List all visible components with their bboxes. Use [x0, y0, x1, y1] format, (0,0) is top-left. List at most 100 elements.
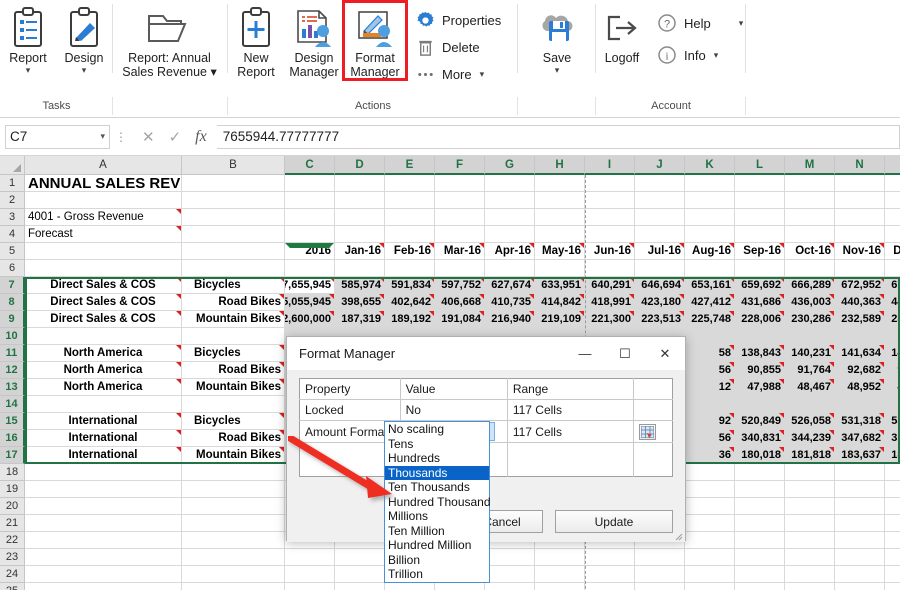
cell-N19[interactable]	[835, 481, 885, 498]
cell-H3[interactable]	[535, 209, 585, 226]
cell-M9[interactable]: 230,286	[785, 311, 835, 328]
cell-N12[interactable]: 92,682	[835, 362, 885, 379]
cell-K25[interactable]	[685, 583, 735, 590]
cell-L22[interactable]	[735, 532, 785, 549]
cell-L25[interactable]	[735, 583, 785, 590]
cell-J25[interactable]	[635, 583, 685, 590]
cell-L4[interactable]	[735, 226, 785, 243]
cell-N20[interactable]	[835, 498, 885, 515]
cell-O22[interactable]	[885, 532, 900, 549]
cell-I5[interactable]: Jun-16	[585, 243, 635, 260]
cell-K1[interactable]	[685, 175, 735, 192]
cell-G24[interactable]	[485, 566, 535, 583]
cell-N21[interactable]	[835, 515, 885, 532]
cell-K22[interactable]	[685, 532, 735, 549]
cell-A10[interactable]	[25, 328, 182, 345]
cell-M3[interactable]	[785, 209, 835, 226]
cell-K24[interactable]	[685, 566, 735, 583]
cell-K3[interactable]	[685, 209, 735, 226]
column-header-E[interactable]: E	[385, 156, 435, 175]
row-header-18[interactable]: 18	[0, 464, 25, 481]
cell-F4[interactable]	[435, 226, 485, 243]
row-header-17[interactable]: 17	[0, 447, 25, 464]
cell-L18[interactable]	[735, 464, 785, 481]
cell-A6[interactable]	[25, 260, 182, 277]
cell-O15[interactable]: 536,631	[885, 413, 900, 430]
dropdown-option[interactable]: Millions	[385, 509, 489, 524]
cell-G23[interactable]	[485, 549, 535, 566]
dialog-title-bar[interactable]: Format Manager — ☐ ✕	[287, 337, 685, 370]
cell-A24[interactable]	[25, 566, 182, 583]
cell-D2[interactable]	[335, 192, 385, 209]
cell-C9[interactable]: 2,600,000	[285, 311, 335, 328]
cell-A22[interactable]	[25, 532, 182, 549]
cell-C6[interactable]	[285, 260, 335, 277]
cell-D25[interactable]	[335, 583, 385, 590]
row-header-11[interactable]: 11	[0, 345, 25, 362]
cell-O18[interactable]	[885, 464, 900, 481]
cell-G3[interactable]	[485, 209, 535, 226]
cell-M11[interactable]: 140,231	[785, 345, 835, 362]
cell-L9[interactable]: 228,006	[735, 311, 785, 328]
cell-O21[interactable]	[885, 515, 900, 532]
cell-I8[interactable]: 418,991	[585, 294, 635, 311]
update-button[interactable]: Update	[555, 510, 673, 533]
row-header-10[interactable]: 10	[0, 328, 25, 345]
cell-O9[interactable]: 234,915	[885, 311, 900, 328]
properties-button[interactable]: Properties	[410, 8, 505, 32]
cell-N6[interactable]	[835, 260, 885, 277]
cell-I3[interactable]	[585, 209, 635, 226]
cell-D5[interactable]: Jan-16	[335, 243, 385, 260]
cell-B1[interactable]	[182, 175, 285, 192]
cell-J6[interactable]	[635, 260, 685, 277]
row-header-13[interactable]: 13	[0, 379, 25, 396]
cancel-formula-icon[interactable]: ✕	[142, 128, 155, 146]
cell-N15[interactable]: 531,318	[835, 413, 885, 430]
cell-K4[interactable]	[685, 226, 735, 243]
cell-J3[interactable]	[635, 209, 685, 226]
cell-A25[interactable]	[25, 583, 182, 590]
cell-B12[interactable]: Road Bikes	[182, 362, 285, 379]
cell-N4[interactable]	[835, 226, 885, 243]
cell-H8[interactable]: 414,842	[535, 294, 585, 311]
row-header-7[interactable]: 7	[0, 277, 25, 294]
cell-D3[interactable]	[335, 209, 385, 226]
cell-L6[interactable]	[735, 260, 785, 277]
cell-F2[interactable]	[435, 192, 485, 209]
name-box-chevron-down-icon[interactable]: ▾	[100, 131, 105, 142]
cell-H5[interactable]: May-16	[535, 243, 585, 260]
cell-M23[interactable]	[785, 549, 835, 566]
cell-O20[interactable]	[885, 498, 900, 515]
row-header-16[interactable]: 16	[0, 430, 25, 447]
cell-B6[interactable]	[182, 260, 285, 277]
cell-G4[interactable]	[485, 226, 535, 243]
cell-M8[interactable]: 436,003	[785, 294, 835, 311]
cell-K10[interactable]	[685, 328, 735, 345]
report-button[interactable]: Report ▾	[0, 2, 56, 74]
cell-B8[interactable]: Road Bikes	[182, 294, 285, 311]
cell-A4[interactable]: Forecast	[25, 226, 182, 243]
column-header-I[interactable]: I	[585, 156, 635, 175]
cell-G5[interactable]: Apr-16	[485, 243, 535, 260]
cell-K8[interactable]: 427,412	[685, 294, 735, 311]
formula-bar-grip[interactable]: ⋮	[110, 130, 132, 144]
info-button[interactable]: i Info ▾	[652, 43, 747, 67]
cell-E5[interactable]: Feb-16	[385, 243, 435, 260]
cell-O17[interactable]: 185,473	[885, 447, 900, 464]
dropdown-option[interactable]: Hundred Thousand	[385, 495, 489, 510]
cell-A19[interactable]	[25, 481, 182, 498]
cell-N14[interactable]	[835, 396, 885, 413]
cell-I1[interactable]	[585, 175, 635, 192]
cell-M24[interactable]	[785, 566, 835, 583]
cell-N13[interactable]: 48,952	[835, 379, 885, 396]
select-all-corner[interactable]	[0, 156, 25, 175]
cell-D9[interactable]: 187,319	[335, 311, 385, 328]
row-header-6[interactable]: 6	[0, 260, 25, 277]
cell-C5[interactable]: 2016	[285, 243, 335, 260]
range-picker-icon[interactable]	[639, 424, 656, 440]
cell-A13[interactable]: North America	[25, 379, 182, 396]
resize-grip[interactable]	[673, 531, 683, 541]
cell-M10[interactable]	[785, 328, 835, 345]
column-header-G[interactable]: G	[485, 156, 535, 175]
cell-L17[interactable]: 180,018	[735, 447, 785, 464]
